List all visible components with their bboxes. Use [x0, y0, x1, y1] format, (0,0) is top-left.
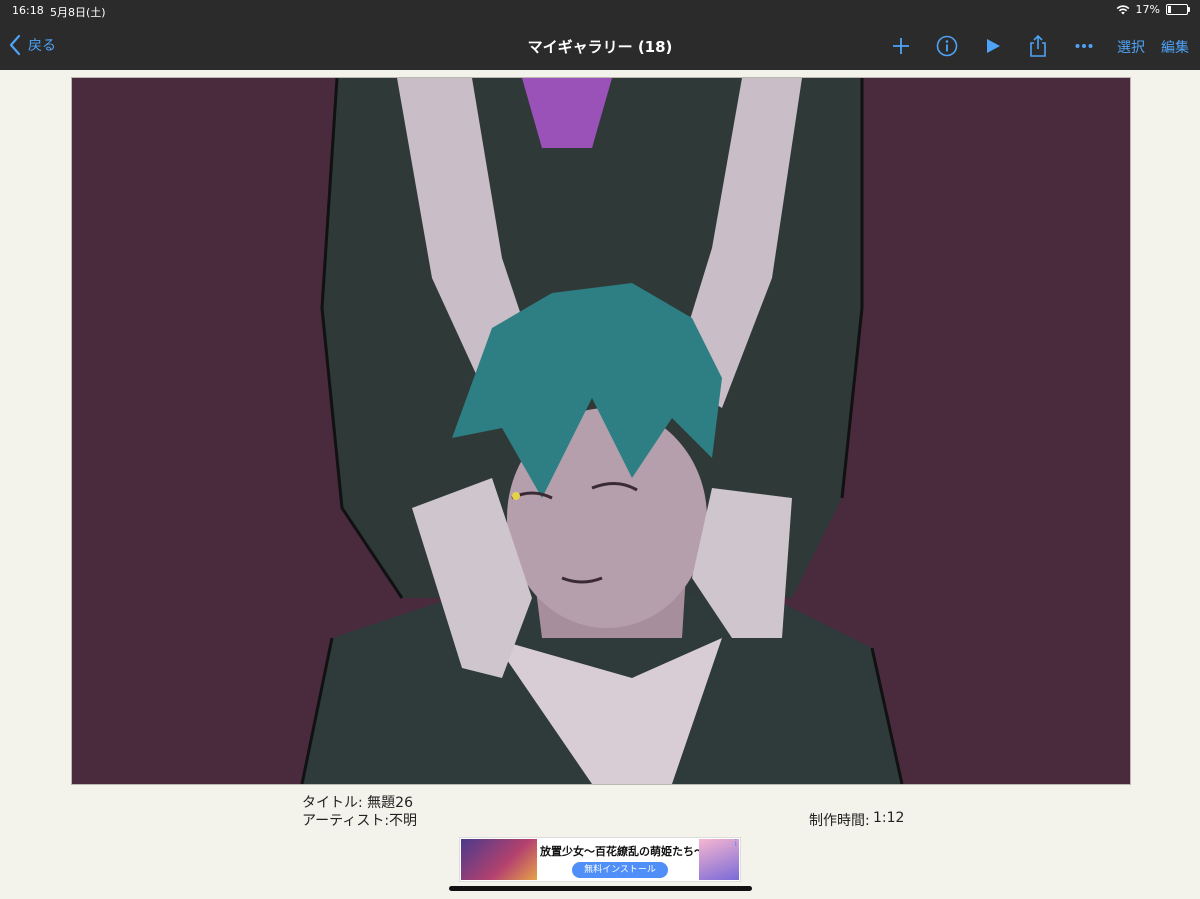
ad-app-icon	[699, 839, 739, 880]
back-button[interactable]: 戻る	[8, 34, 56, 56]
ad-install-button[interactable]: 無料インストール	[572, 862, 668, 878]
status-bar: 16:18 5月8日(土) 17%	[0, 0, 1200, 22]
wifi-icon	[1116, 5, 1129, 15]
play-button[interactable]	[980, 34, 1006, 58]
battery-percent: 17%	[1135, 3, 1160, 16]
status-time: 16:18	[12, 4, 44, 17]
share-icon	[1030, 35, 1046, 57]
add-button[interactable]	[888, 34, 914, 58]
artwork-image[interactable]	[71, 77, 1131, 785]
chevron-left-icon	[9, 34, 21, 56]
artwork-artist: アーティスト:不明	[302, 813, 418, 829]
artwork-painting	[72, 78, 1130, 784]
home-indicator[interactable]	[449, 886, 752, 891]
ad-headline: 放置少女～百花繚乱の萌姫たち～	[540, 845, 705, 858]
play-icon	[987, 39, 1000, 53]
more-icon	[1075, 44, 1093, 48]
ad-banner[interactable]: 放置少女～百花繚乱の萌姫たち～ 無料インストール i	[459, 837, 741, 882]
edit-button[interactable]: 編集	[1161, 37, 1189, 57]
status-date: 5月8日(土)	[50, 6, 106, 19]
back-label: 戻る	[28, 38, 56, 54]
share-button[interactable]	[1025, 34, 1051, 58]
battery-icon	[1166, 4, 1190, 15]
info-button[interactable]	[934, 34, 960, 58]
page-title: マイギャラリー (18)	[527, 38, 673, 56]
more-button[interactable]	[1071, 34, 1097, 58]
ad-thumbnail	[461, 839, 537, 880]
status-right: 17%	[1116, 3, 1190, 16]
artwork-title: タイトル: 無題26	[302, 795, 413, 811]
select-button[interactable]: 選択	[1117, 37, 1145, 57]
nav-bar: 戻る マイギャラリー (18) 選択 編集	[0, 22, 1200, 70]
creation-time-label: 制作時間:	[809, 813, 870, 829]
ad-info-icon[interactable]: i	[734, 839, 737, 849]
plus-icon	[893, 38, 909, 54]
creation-time-value: 1:12	[873, 810, 905, 826]
info-icon	[936, 35, 958, 57]
